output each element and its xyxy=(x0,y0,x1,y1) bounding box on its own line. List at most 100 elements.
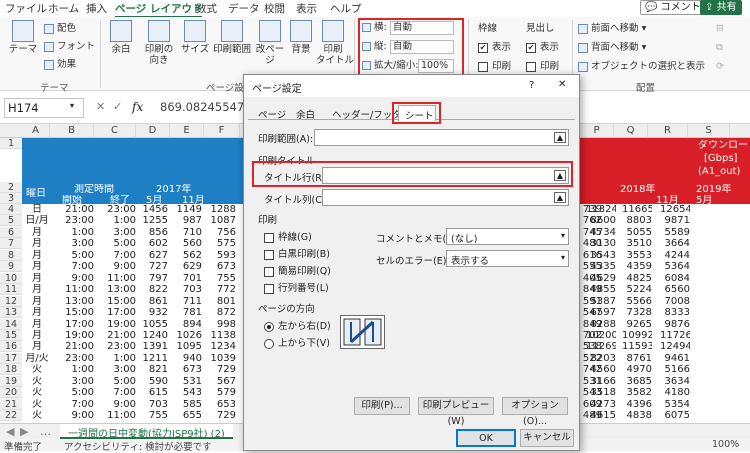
table-cell[interactable]: 火 xyxy=(24,364,50,375)
collapse-icon[interactable]: ▲ xyxy=(554,132,566,143)
fx-icon[interactable]: fx xyxy=(132,100,143,114)
table-cell[interactable]: 火 xyxy=(24,387,50,398)
table-cell[interactable]: 19:00 xyxy=(94,319,136,330)
enter-icon[interactable]: ✓ xyxy=(113,100,122,113)
table-cell[interactable]: 火 xyxy=(24,376,50,387)
table-cell[interactable]: 10992 xyxy=(622,330,652,341)
table-cell[interactable]: 940 xyxy=(170,353,202,364)
cols-to-repeat-input[interactable]: ▲ xyxy=(322,189,569,206)
table-cell[interactable]: 653 xyxy=(204,399,236,410)
column-header[interactable]: F xyxy=(204,124,240,138)
row-header[interactable]: 12 xyxy=(0,295,22,307)
table-cell[interactable]: 1:00 xyxy=(50,364,94,375)
tab-page-layout[interactable]: ページ レイアウト xyxy=(115,1,203,18)
tab-insert[interactable]: 挿入 xyxy=(86,1,107,16)
table-cell[interactable]: 9:00 xyxy=(50,410,94,421)
table-cell[interactable]: 1240 xyxy=(136,330,168,341)
table-cell[interactable]: 23:00 xyxy=(94,341,136,352)
row-header[interactable]: 15 xyxy=(0,329,22,341)
table-cell[interactable]: 703 xyxy=(170,284,202,295)
headings-print-check[interactable]: 印刷 xyxy=(526,61,559,72)
row-header[interactable]: 4 xyxy=(0,204,22,215)
table-cell[interactable]: 4396 xyxy=(622,399,652,410)
table-cell[interactable]: 5224 xyxy=(622,284,652,295)
table-cell[interactable]: 1055 xyxy=(136,319,168,330)
table-cell[interactable]: 12494 xyxy=(660,341,690,352)
row-header[interactable]: 1 xyxy=(0,138,22,149)
row-header[interactable]: 21 xyxy=(0,398,22,410)
table-cell[interactable]: 11:00 xyxy=(94,273,136,284)
gridlines-checkbox[interactable]: 枠線(G) xyxy=(264,229,312,243)
table-cell[interactable]: 1234 xyxy=(204,341,236,352)
table-cell[interactable]: 1026 xyxy=(170,330,202,341)
table-cell[interactable]: 月 xyxy=(24,296,50,307)
tab-help[interactable]: ヘルプ xyxy=(330,1,362,16)
table-cell[interactable]: 6075 xyxy=(660,410,690,421)
table-cell[interactable]: 998 xyxy=(204,319,236,330)
table-cell[interactable]: 9:00 xyxy=(94,399,136,410)
table-cell[interactable]: 4970 xyxy=(622,364,652,375)
table-cell[interactable]: 1095 xyxy=(170,341,202,352)
row-header[interactable]: 3 xyxy=(0,193,22,204)
table-cell[interactable]: 月 xyxy=(24,261,50,272)
table-cell[interactable]: 8333 xyxy=(660,307,690,318)
table-cell[interactable]: 701 xyxy=(170,273,202,284)
table-cell[interactable]: 13:00 xyxy=(94,284,136,295)
table-cell[interactable]: 585 xyxy=(170,399,202,410)
table-cell[interactable]: 710 xyxy=(170,227,202,238)
table-cell[interactable]: 1391 xyxy=(136,341,168,352)
table-cell[interactable]: 8203 xyxy=(586,353,616,364)
table-cell[interactable]: 8761 xyxy=(622,353,652,364)
print-button[interactable]: 印刷(P)... xyxy=(354,397,410,415)
table-cell[interactable]: 5566 xyxy=(622,296,652,307)
table-cell[interactable]: 4734 xyxy=(586,227,616,238)
table-cell[interactable]: 5:00 xyxy=(94,238,136,249)
table-cell[interactable]: 19:00 xyxy=(50,330,94,341)
table-cell[interactable]: 562 xyxy=(170,250,202,261)
themes-button[interactable]: テーマ xyxy=(6,20,40,55)
cell-errors-select[interactable]: 表示する ▾ xyxy=(446,250,569,267)
row-header[interactable]: 7 xyxy=(0,238,22,250)
table-cell[interactable]: 755 xyxy=(204,273,236,284)
table-cell[interactable]: 872 xyxy=(204,307,236,318)
table-cell[interactable]: 13:00 xyxy=(50,296,94,307)
table-cell[interactable]: 3:00 xyxy=(94,364,136,375)
table-cell[interactable]: 3:00 xyxy=(50,238,94,249)
table-cell[interactable]: 3:00 xyxy=(94,227,136,238)
table-cell[interactable]: 1:00 xyxy=(94,353,136,364)
row-header[interactable]: 18 xyxy=(0,364,22,376)
ok-button[interactable]: OK xyxy=(456,429,516,447)
column-header[interactable]: A xyxy=(22,124,50,138)
tab-data[interactable]: データ xyxy=(228,1,260,16)
row-header[interactable]: 17 xyxy=(0,352,22,364)
table-cell[interactable]: 575 xyxy=(204,238,236,249)
table-cell[interactable]: 821 xyxy=(136,364,168,375)
table-cell[interactable]: 21:00 xyxy=(50,204,94,215)
table-cell[interactable]: 987 xyxy=(170,215,202,226)
chevron-down-icon[interactable]: ▾ xyxy=(70,101,74,110)
more-sheets-icon[interactable]: … xyxy=(40,425,51,438)
table-cell[interactable]: 856 xyxy=(136,227,168,238)
table-cell[interactable]: 4838 xyxy=(622,410,652,421)
table-cell[interactable]: 3582 xyxy=(622,387,652,398)
table-cell[interactable]: 711 xyxy=(170,296,202,307)
table-cell[interactable]: 11726 xyxy=(660,330,690,341)
headings-view-check[interactable]: ✔ 表示 xyxy=(526,42,559,53)
table-cell[interactable]: 日/月 xyxy=(24,215,50,226)
bring-forward-button[interactable]: 前面へ移動 ▾ xyxy=(578,23,646,34)
table-cell[interactable]: 3:00 xyxy=(50,376,94,387)
table-cell[interactable]: 日 xyxy=(24,204,50,215)
table-cell[interactable]: 5589 xyxy=(660,227,690,238)
table-cell[interactable]: 1039 xyxy=(204,353,236,364)
table-cell[interactable]: 590 xyxy=(136,376,168,387)
tab-review[interactable]: 校閲 xyxy=(264,1,285,16)
print-area-input[interactable]: ▲ xyxy=(314,129,569,146)
table-cell[interactable]: 月 xyxy=(24,238,50,249)
cancel-button[interactable]: キャンセル xyxy=(520,429,574,447)
rotate-icon[interactable]: ⟳ xyxy=(716,61,724,72)
table-cell[interactable]: 9:00 xyxy=(50,273,94,284)
table-cell[interactable]: 10200 xyxy=(586,330,616,341)
column-header[interactable]: E xyxy=(170,124,204,138)
table-cell[interactable]: 4560 xyxy=(586,364,616,375)
table-cell[interactable]: 579 xyxy=(204,387,236,398)
